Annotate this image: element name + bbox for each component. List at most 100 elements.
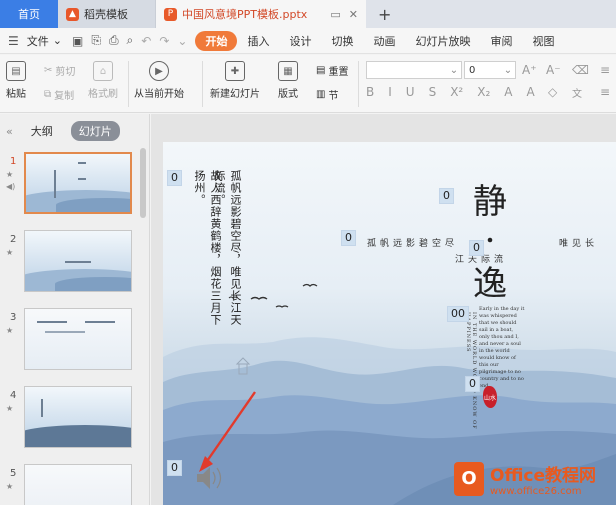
slide-thumb-row-4[interactable]: 4 ★ xyxy=(0,386,140,452)
slide-thumbnail[interactable] xyxy=(24,464,132,505)
menu-row: ☰ 文件 ⌄ ▣ ⎘ ⎙ ⌕ ↶ ↷ ⌄ 开始 插入 设计 切换 动画 幻灯片放映 审阅 视图 xyxy=(0,28,616,54)
menu-tab-1[interactable]: 插入 xyxy=(237,31,279,51)
slide-thumb-row-5[interactable]: 5 ★ xyxy=(0,464,140,505)
tab-bar: 首页 ▲ 稻壳模板 P 中国风意境PPT模板.pptx ▭ ✕ + xyxy=(0,0,616,28)
copy-label: 复制 xyxy=(54,91,75,102)
placeholder-box[interactable]: 00 xyxy=(447,306,469,322)
font-format-button-3[interactable]: S xyxy=(429,85,437,99)
slide-number: 1 xyxy=(10,156,17,167)
collapse-panel-icon[interactable]: « xyxy=(6,125,13,138)
font-format-button-5[interactable]: X₂ xyxy=(477,85,490,99)
brush-icon: ⌂ xyxy=(93,61,113,81)
menu-file-label: 文件 xyxy=(26,34,49,48)
placeholder-box[interactable]: 0 xyxy=(341,230,356,246)
font-format-button-4[interactable]: X² xyxy=(450,85,463,99)
align-icon[interactable]: ≡ xyxy=(600,85,610,99)
slide-thumbnail[interactable] xyxy=(24,308,132,370)
tab-home[interactable]: 首页 xyxy=(0,0,58,28)
format-painter-label: 格式刷 xyxy=(88,89,118,100)
export-icon[interactable]: ⎘ xyxy=(91,33,101,48)
paste-button[interactable]: ▤ 粘贴 xyxy=(6,61,26,100)
menu-tab-2[interactable]: 设计 xyxy=(279,31,321,51)
ppt-file-icon: P xyxy=(164,7,177,21)
slide-thumbnail[interactable] xyxy=(24,386,132,448)
font-format-button-1[interactable]: I xyxy=(388,85,392,99)
reset-icon: ▤ xyxy=(316,65,326,76)
scissors-icon: ✂ xyxy=(44,65,53,76)
placeholder-box[interactable]: 0 xyxy=(465,376,480,392)
tab-outline[interactable]: 大纲 xyxy=(23,121,61,141)
slide-canvas: 故人西辞黄鹤楼，烟花三月下扬州。 孤帆远影碧空尽，唯见长江天际流。 静 逸 孤帆… xyxy=(151,114,616,505)
menu-tab-7[interactable]: 视图 xyxy=(522,31,564,51)
paste-icon: ▤ xyxy=(6,61,26,81)
window-icon[interactable]: ▭ xyxy=(330,8,340,21)
tab-current-file[interactable]: P 中国风意境PPT模板.pptx ▭ ✕ xyxy=(156,0,366,28)
chevron-down-icon: ⌄ xyxy=(503,64,513,76)
copy-button[interactable]: ⧉ 复制 xyxy=(44,87,74,102)
new-tab-button[interactable]: + xyxy=(366,0,403,28)
section-label: 节 xyxy=(328,91,339,102)
section-button[interactable]: ▥ 节 xyxy=(316,87,338,102)
layout-button[interactable]: ▦ 版式 xyxy=(278,61,298,100)
font-format-button-0[interactable]: B xyxy=(366,85,374,99)
tab-slides[interactable]: 幻灯片 xyxy=(70,121,120,141)
print-icon[interactable]: ⎙ xyxy=(109,33,119,48)
animation-star-icon: ★ xyxy=(6,248,14,257)
font-format-button-7[interactable]: A xyxy=(526,85,534,99)
placeholder-box[interactable]: 0 xyxy=(439,188,454,204)
increase-font-icon[interactable]: A⁺ xyxy=(522,63,537,77)
slide-thumb-row-1[interactable]: 1 ★ ◀) xyxy=(0,152,140,218)
reset-button[interactable]: ▤ 重置 xyxy=(316,63,348,78)
ribbon-divider xyxy=(202,61,203,107)
clear-format-icon[interactable]: ⌫ xyxy=(572,63,589,77)
undo-icon[interactable]: ↶ xyxy=(141,34,151,48)
save-icon[interactable]: ▣ xyxy=(72,34,83,48)
font-format-button-6[interactable]: A xyxy=(504,85,512,99)
font-format-buttons: B I U S X² X₂ A A xyxy=(366,85,535,99)
from-current-button[interactable]: ▶ 从当前开始 xyxy=(134,61,184,100)
text-direction-icon[interactable]: 文 xyxy=(572,85,582,100)
slide-number: 5 xyxy=(10,468,17,479)
slide-thumb-row-2[interactable]: 2 ★ xyxy=(0,230,140,296)
menu-tab-3[interactable]: 切换 xyxy=(321,31,363,51)
ribbon-divider xyxy=(358,61,359,107)
slide-editor[interactable]: 故人西辞黄鹤楼，烟花三月下扬州。 孤帆远影碧空尽，唯见长江天际流。 静 逸 孤帆… xyxy=(163,142,616,505)
title-char-jing: 静 xyxy=(473,182,507,222)
menu-file[interactable]: 文件 ⌄ xyxy=(27,33,62,49)
font-size-select[interactable]: 0 ⌄ xyxy=(464,61,516,79)
menu-tab-6[interactable]: 审阅 xyxy=(480,31,522,51)
new-slide-button[interactable]: ✚ 新建幻灯片 xyxy=(210,61,260,100)
menu-tab-4[interactable]: 动画 xyxy=(363,31,405,51)
copy-icon: ⧉ xyxy=(44,89,52,100)
redo-icon[interactable]: ↷ xyxy=(159,34,169,48)
close-tab-icon[interactable]: ✕ xyxy=(349,8,358,21)
poem-column-2: 孤帆远影碧空尽，唯见长江天际流。 xyxy=(213,170,242,326)
from-current-label: 从当前开始 xyxy=(134,89,184,100)
font-format-button-2[interactable]: U xyxy=(406,85,415,99)
format-painter-button[interactable]: ⌂ 格式刷 xyxy=(88,61,118,100)
font-name-select[interactable]: ⌄ xyxy=(366,61,462,79)
slide-thumbnail[interactable] xyxy=(24,230,132,292)
placeholder-box[interactable]: 0 xyxy=(167,170,182,186)
menu-tab-0[interactable]: 开始 xyxy=(195,30,238,51)
eraser-icon[interactable]: ◇ xyxy=(548,85,557,99)
panel-scrollbar[interactable] xyxy=(140,148,146,218)
hamburger-icon[interactable]: ☰ xyxy=(8,34,19,48)
slide-number: 2 xyxy=(10,234,17,245)
more-chevron-icon[interactable]: ⌄ xyxy=(177,34,187,48)
list-icon[interactable]: ≡ xyxy=(600,63,610,77)
cut-button[interactable]: ✂ 剪切 xyxy=(44,63,75,78)
new-slide-icon: ✚ xyxy=(225,61,245,81)
section-icon: ▥ xyxy=(316,89,326,100)
tab-docer-templates[interactable]: ▲ 稻壳模板 xyxy=(58,0,156,28)
menu-tabs: 开始 插入 设计 切换 动画 幻灯片放映 审阅 视图 xyxy=(195,30,564,51)
placeholder-box[interactable]: 0 xyxy=(469,240,484,256)
layout-label: 版式 xyxy=(278,89,298,100)
slide-thumbnail[interactable] xyxy=(24,152,132,214)
placeholder-box[interactable]: 0 xyxy=(167,460,182,476)
preview-icon[interactable]: ⌕ xyxy=(127,33,134,48)
menu-tab-5[interactable]: 幻灯片放映 xyxy=(405,31,480,51)
plus-icon: + xyxy=(378,4,392,24)
slide-thumb-row-3[interactable]: 3 ★ xyxy=(0,308,140,374)
decrease-font-icon[interactable]: A⁻ xyxy=(546,63,561,77)
